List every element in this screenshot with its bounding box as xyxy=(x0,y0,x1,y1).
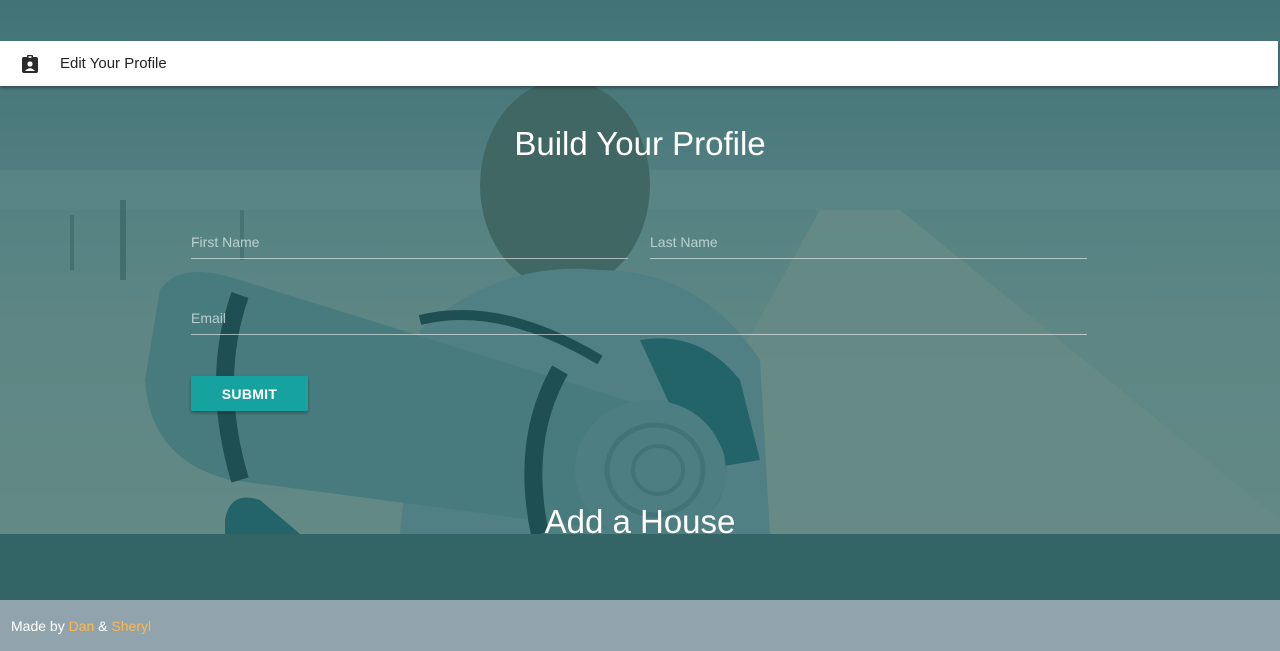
footer-separator: & xyxy=(94,617,112,634)
footer-prefix: Made by xyxy=(11,617,69,634)
app-bar-title[interactable]: Edit Your Profile xyxy=(60,55,167,72)
email-field xyxy=(191,302,1087,335)
top-app-bar: Edit Your Profile xyxy=(0,41,1278,86)
last-name-field xyxy=(650,226,1087,259)
submit-button[interactable]: SUBMIT xyxy=(191,376,308,411)
first-name-field xyxy=(191,226,628,259)
author-link-dan[interactable]: Dan xyxy=(69,618,95,634)
add-house-section-band xyxy=(0,534,1280,600)
footer: Made by Dan & Sheryl xyxy=(0,600,1280,651)
footer-credit: Made by Dan & Sheryl xyxy=(11,618,151,634)
build-profile-heading: Build Your Profile xyxy=(514,125,766,162)
add-house-heading: Add a House xyxy=(544,503,736,540)
last-name-input[interactable] xyxy=(650,226,1087,258)
first-name-input[interactable] xyxy=(191,226,628,258)
email-input[interactable] xyxy=(191,302,1087,334)
author-link-sheryl[interactable]: Sheryl xyxy=(111,618,151,634)
profile-badge-icon[interactable] xyxy=(20,54,40,74)
